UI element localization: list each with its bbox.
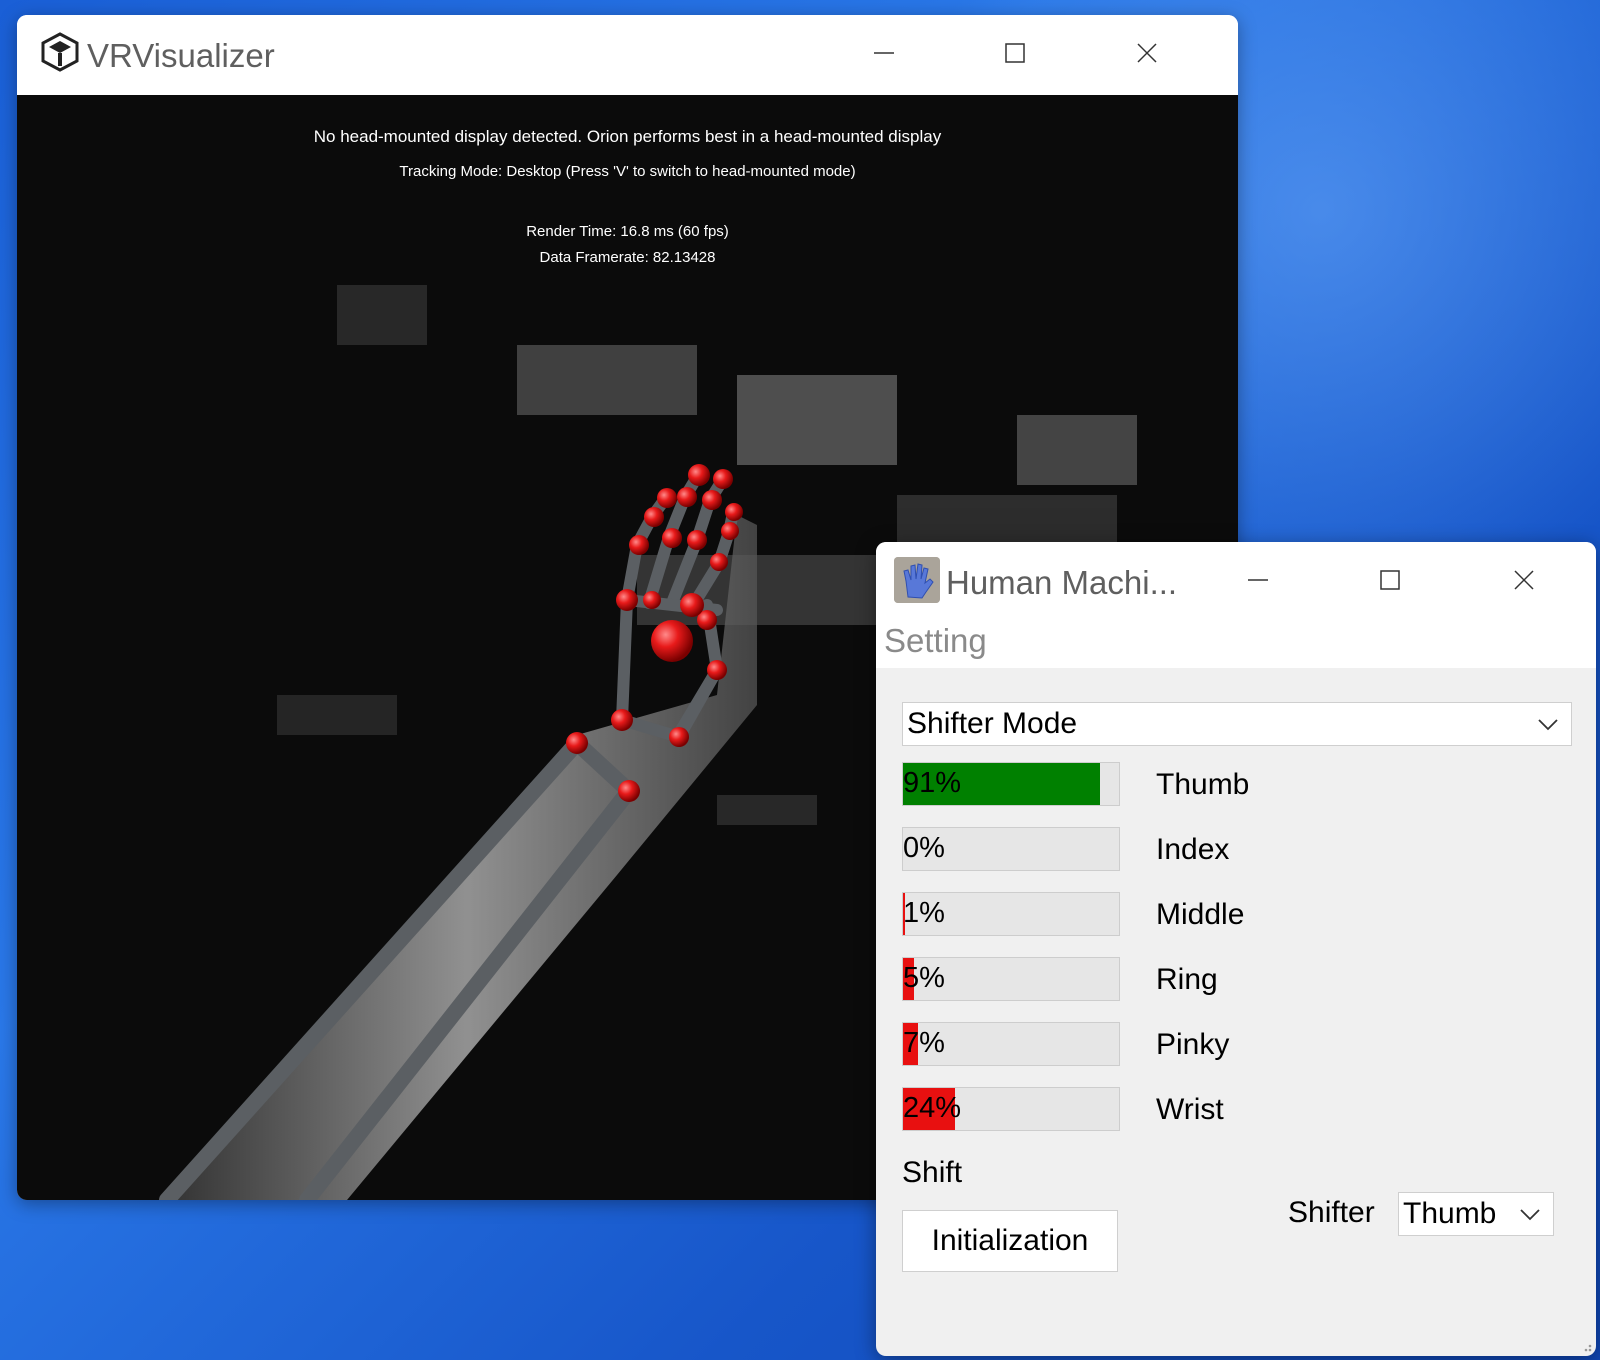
- finger-label-index: Index: [1156, 833, 1230, 866]
- unity-logo-icon: [41, 32, 79, 72]
- finger-bar-wrist: 24%: [902, 1087, 1120, 1131]
- finger-bar-pinky: 7%: [902, 1022, 1120, 1066]
- minimize-button[interactable]: [862, 33, 906, 73]
- maximize-button[interactable]: [993, 33, 1037, 73]
- chevron-down-icon: [1520, 1209, 1540, 1221]
- vr-titlebar[interactable]: VRVisualizer: [17, 15, 1238, 95]
- hm-titlebar[interactable]: Human Machi...: [876, 542, 1596, 622]
- hmd-notice: No head-mounted display detected. Orion …: [313, 127, 942, 146]
- finger-percent: 1%: [903, 897, 945, 929]
- finger-label-pinky: Pinky: [1156, 1028, 1230, 1061]
- shifter-dropdown-value: Thumb: [1403, 1197, 1497, 1230]
- mode-dropdown-value: Shifter Mode: [907, 707, 1078, 740]
- finger-percent: 24%: [903, 1092, 962, 1124]
- maximize-icon: [1380, 570, 1400, 590]
- finger-percent: 91%: [903, 767, 962, 799]
- setting-label: Setting: [884, 622, 987, 659]
- minimize-icon: [874, 52, 894, 54]
- render-time: Render Time: 16.8 ms (60 fps): [526, 223, 729, 240]
- finger-label-thumb: Thumb: [1156, 768, 1250, 801]
- minimize-button[interactable]: [1236, 560, 1280, 600]
- chevron-down-icon: [1538, 719, 1558, 731]
- shifter-dropdown[interactable]: Thumb: [1398, 1192, 1554, 1236]
- window-title: VRVisualizer: [87, 37, 275, 74]
- finger-label-ring: Ring: [1156, 963, 1218, 996]
- finger-label-middle: Middle: [1156, 898, 1245, 931]
- mode-dropdown[interactable]: Shifter Mode: [902, 702, 1572, 746]
- finger-percent: 7%: [903, 1027, 945, 1059]
- hand-icon: [894, 557, 940, 603]
- initialization-button[interactable]: Initialization: [902, 1210, 1118, 1272]
- maximize-icon: [1005, 43, 1025, 63]
- data-framerate: Data Framerate: 82.13428: [539, 249, 716, 266]
- window-title: Human Machi...: [946, 564, 1178, 601]
- maximize-button[interactable]: [1368, 560, 1412, 600]
- finger-bar-thumb: 91%: [902, 762, 1120, 806]
- resize-grip-icon[interactable]: [1582, 1342, 1592, 1352]
- close-icon: [1514, 570, 1534, 590]
- close-button[interactable]: [1125, 33, 1169, 73]
- finger-bar-ring: 5%: [902, 957, 1120, 1001]
- shift-label: Shift: [902, 1156, 963, 1189]
- finger-percent: 5%: [903, 962, 945, 994]
- shifter-label: Shifter: [1288, 1196, 1375, 1229]
- finger-bar-middle: 1%: [902, 892, 1120, 936]
- finger-label-wrist: Wrist: [1156, 1093, 1224, 1126]
- finger-percent: 0%: [903, 832, 945, 864]
- setting-header: Setting: [876, 612, 1596, 668]
- tracking-mode: Tracking Mode: Desktop (Press 'V' to swi…: [399, 163, 856, 180]
- minimize-icon: [1248, 579, 1268, 581]
- close-button[interactable]: [1502, 560, 1546, 600]
- finger-bar-index: 0%: [902, 827, 1120, 871]
- human-machine-window: Human Machi... Setting Shifter Mode 91% …: [876, 542, 1596, 1356]
- close-icon: [1137, 43, 1157, 63]
